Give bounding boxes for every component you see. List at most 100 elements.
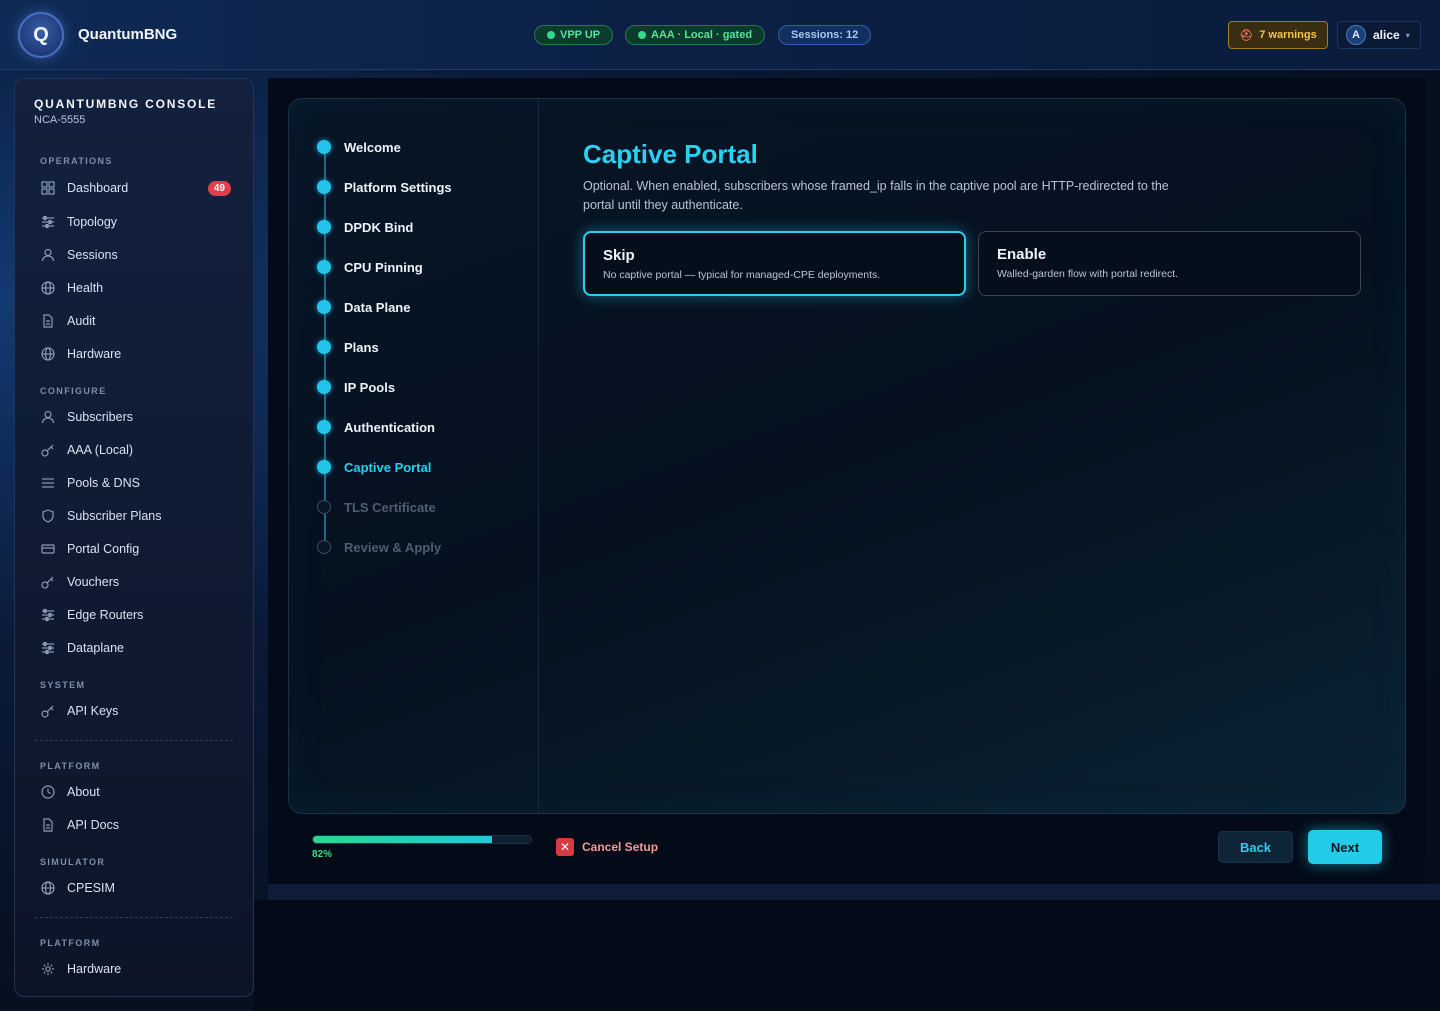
key-icon — [41, 704, 55, 718]
divider — [35, 740, 233, 741]
sidebar-item-about[interactable]: About — [41, 781, 231, 803]
option-description: Walled-garden flow with portal redirect. — [997, 268, 1179, 280]
setup-progress-bar — [312, 835, 532, 844]
user-icon — [41, 410, 55, 424]
sidebar-item-health[interactable]: Health — [41, 277, 231, 299]
dashboard-count-badge: 49 — [207, 180, 231, 196]
sidebar-item-api-keys[interactable]: API Keys — [41, 700, 231, 722]
cancel-setup-button[interactable]: ✕ Cancel Setup — [556, 838, 658, 856]
wizard-step[interactable]: Authentication — [317, 417, 435, 437]
list-icon — [41, 476, 55, 490]
step-complete-icon — [317, 460, 331, 474]
wizard-step: TLS Certificate — [317, 497, 436, 517]
option-title: Skip — [603, 247, 635, 264]
sidebar-item-audit[interactable]: Audit — [41, 310, 231, 332]
wizard-step-label: IP Pools — [344, 379, 396, 395]
sidebar: QUANTUMBNG CONSOLE NCA-5555 OPERATIONS D… — [14, 78, 254, 997]
wizard-step[interactable]: Platform Settings — [317, 177, 452, 197]
user-menu-button[interactable]: A alice ▾ — [1337, 21, 1421, 49]
footer-area — [254, 900, 1440, 1011]
sidebar-item-portal-config[interactable]: Portal Config — [41, 538, 231, 560]
sliders-icon — [41, 608, 55, 622]
back-button[interactable]: Back — [1218, 831, 1293, 863]
wizard-step-label: Plans — [344, 339, 379, 355]
sidebar-item-cpesim[interactable]: CPESIM — [41, 877, 231, 899]
wizard-step[interactable]: IP Pools — [317, 377, 395, 397]
sidebar-item-label: About — [67, 785, 100, 799]
wizard-step-label: Welcome — [344, 139, 401, 155]
sidebar-item-label: Hardware — [67, 962, 122, 976]
sidebar-item-label: AAA (Local) — [67, 443, 134, 457]
sidebar-item-aaa-local[interactable]: AAA (Local) — [41, 439, 231, 461]
logo-letter: Q — [33, 23, 49, 46]
sidebar-item-label: Pools & DNS — [67, 476, 140, 490]
wizard-step[interactable]: DPDK Bind — [317, 217, 413, 237]
step-complete-icon — [317, 220, 331, 234]
sidebar-item-label: CPESIM — [67, 881, 115, 895]
console-title: QUANTUMBNG CONSOLE — [34, 97, 218, 111]
warnings-button[interactable]: ⛑ 7 warnings — [1228, 21, 1328, 49]
section-platform: PLATFORM — [40, 761, 101, 771]
section-system: SYSTEM — [40, 680, 86, 690]
step-complete-icon — [317, 300, 331, 314]
sidebar-item-dashboard[interactable]: Dashboard 49 — [41, 177, 231, 199]
gear-icon — [41, 962, 55, 976]
sidebar-item-label: Dashboard — [67, 181, 129, 195]
wizard-step[interactable]: Captive Portal — [317, 457, 431, 477]
wizard-step[interactable]: Welcome — [317, 137, 401, 157]
wizard-step-label: DPDK Bind — [344, 219, 414, 235]
step-pending-icon — [317, 540, 331, 554]
section-simulator: SIMULATOR — [40, 857, 106, 867]
option-skip-card[interactable]: Skip No captive portal — typical for man… — [583, 231, 966, 296]
shield-icon — [41, 509, 55, 523]
progress-percent: 82% — [312, 849, 333, 860]
sidebar-item-subscribers[interactable]: Subscribers — [41, 406, 231, 428]
sidebar-item-label: Edge Routers — [67, 608, 144, 622]
sidebar-item-hardware[interactable]: Hardware — [41, 343, 231, 365]
sliders-icon — [41, 215, 55, 229]
wizard-step[interactable]: Data Plane — [317, 297, 410, 317]
sidebar-item-label: Vouchers — [67, 575, 120, 589]
wizard-step[interactable]: CPU Pinning — [317, 257, 423, 277]
option-description: No captive portal — typical for managed-… — [603, 269, 881, 281]
document-icon — [41, 818, 55, 832]
step-pending-icon — [317, 500, 331, 514]
sidebar-item-api-docs[interactable]: API Docs — [41, 814, 231, 836]
sidebar-item-sessions[interactable]: Sessions — [41, 244, 231, 266]
wizard-step[interactable]: Plans — [317, 337, 379, 357]
globe-icon — [41, 881, 55, 895]
wizard-step-label: TLS Certificate — [344, 499, 436, 515]
sidebar-item-topology[interactable]: Topology — [41, 211, 231, 233]
sidebar-item-pools-dns[interactable]: Pools & DNS — [41, 472, 231, 494]
app-logo[interactable]: Q — [18, 12, 64, 58]
footer-strip — [268, 884, 1440, 900]
status-dot-icon — [547, 31, 555, 39]
sidebar-item-hardware-2[interactable]: Hardware — [41, 958, 231, 980]
wizard-step: Review & Apply — [317, 537, 441, 557]
section-platform-2: PLATFORM — [40, 938, 101, 948]
wizard-step-label: Platform Settings — [344, 179, 452, 195]
next-button[interactable]: Next — [1308, 830, 1382, 864]
card-icon — [41, 542, 55, 556]
step-complete-icon — [317, 420, 331, 434]
step-complete-icon — [317, 140, 331, 154]
wizard-step-label: Authentication — [344, 419, 435, 435]
section-operations: OPERATIONS — [40, 156, 113, 166]
sliders-icon — [41, 641, 55, 655]
sidebar-item-subscriber-plans[interactable]: Subscriber Plans — [41, 505, 231, 527]
sidebar-item-label: Portal Config — [67, 542, 140, 556]
vpp-status-text: VPP UP — [560, 29, 601, 41]
sidebar-item-edge-routers[interactable]: Edge Routers — [41, 604, 231, 626]
sidebar-item-label: Topology — [67, 215, 118, 229]
sidebar-item-dataplane[interactable]: Dataplane — [41, 637, 231, 659]
main-content: Welcome Platform Settings DPDK Bind CPU Pin… — [268, 78, 1426, 884]
option-enable-card[interactable]: Enable Walled-garden flow with portal re… — [978, 231, 1361, 296]
cancel-label: Cancel Setup — [582, 840, 659, 854]
sidebar-item-label: Sessions — [67, 248, 118, 262]
wizard-card: Welcome Platform Settings DPDK Bind CPU Pin… — [288, 98, 1406, 814]
close-icon: ✕ — [556, 838, 574, 856]
section-configure: CONFIGURE — [40, 386, 107, 396]
sidebar-item-vouchers[interactable]: Vouchers — [41, 571, 231, 593]
sidebar-item-label: Health — [67, 281, 104, 295]
vpp-status-badge: VPP UP — [534, 25, 614, 45]
